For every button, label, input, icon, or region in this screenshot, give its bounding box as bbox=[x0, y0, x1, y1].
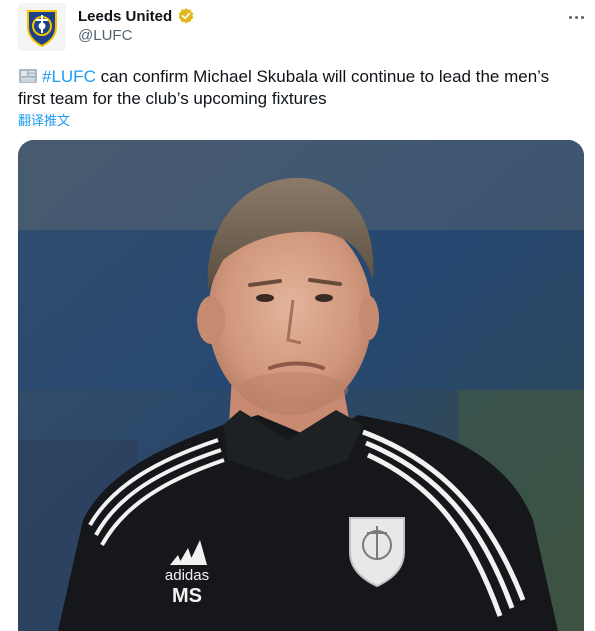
translate-tweet-link[interactable]: 翻译推文 bbox=[18, 110, 70, 129]
more-dot-icon bbox=[568, 15, 572, 19]
more-dot-icon bbox=[580, 15, 584, 19]
coach-photo: adidas MS bbox=[18, 140, 584, 631]
tweet-text: #LUFC can confirm Michael Skubala will c… bbox=[18, 66, 578, 110]
account-handle[interactable]: @LUFC bbox=[78, 27, 132, 44]
avatar[interactable] bbox=[18, 3, 66, 51]
jacket-initials-text: MS bbox=[172, 585, 202, 607]
account-name-row[interactable]: Leeds United bbox=[78, 6, 195, 26]
hashtag-link[interactable]: #LUFC bbox=[42, 67, 96, 86]
more-dot-icon bbox=[574, 15, 578, 19]
leeds-crest-icon bbox=[18, 3, 66, 51]
jacket-brand-text: adidas bbox=[165, 567, 209, 584]
more-options-button[interactable] bbox=[565, 10, 587, 24]
verified-badge-icon bbox=[178, 8, 194, 24]
tweet-photo[interactable]: adidas MS bbox=[18, 140, 584, 631]
newspaper-emoji-icon bbox=[19, 69, 37, 83]
tweet-body: can confirm Michael Skubala will continu… bbox=[18, 67, 550, 108]
account-name[interactable]: Leeds United bbox=[78, 8, 172, 25]
